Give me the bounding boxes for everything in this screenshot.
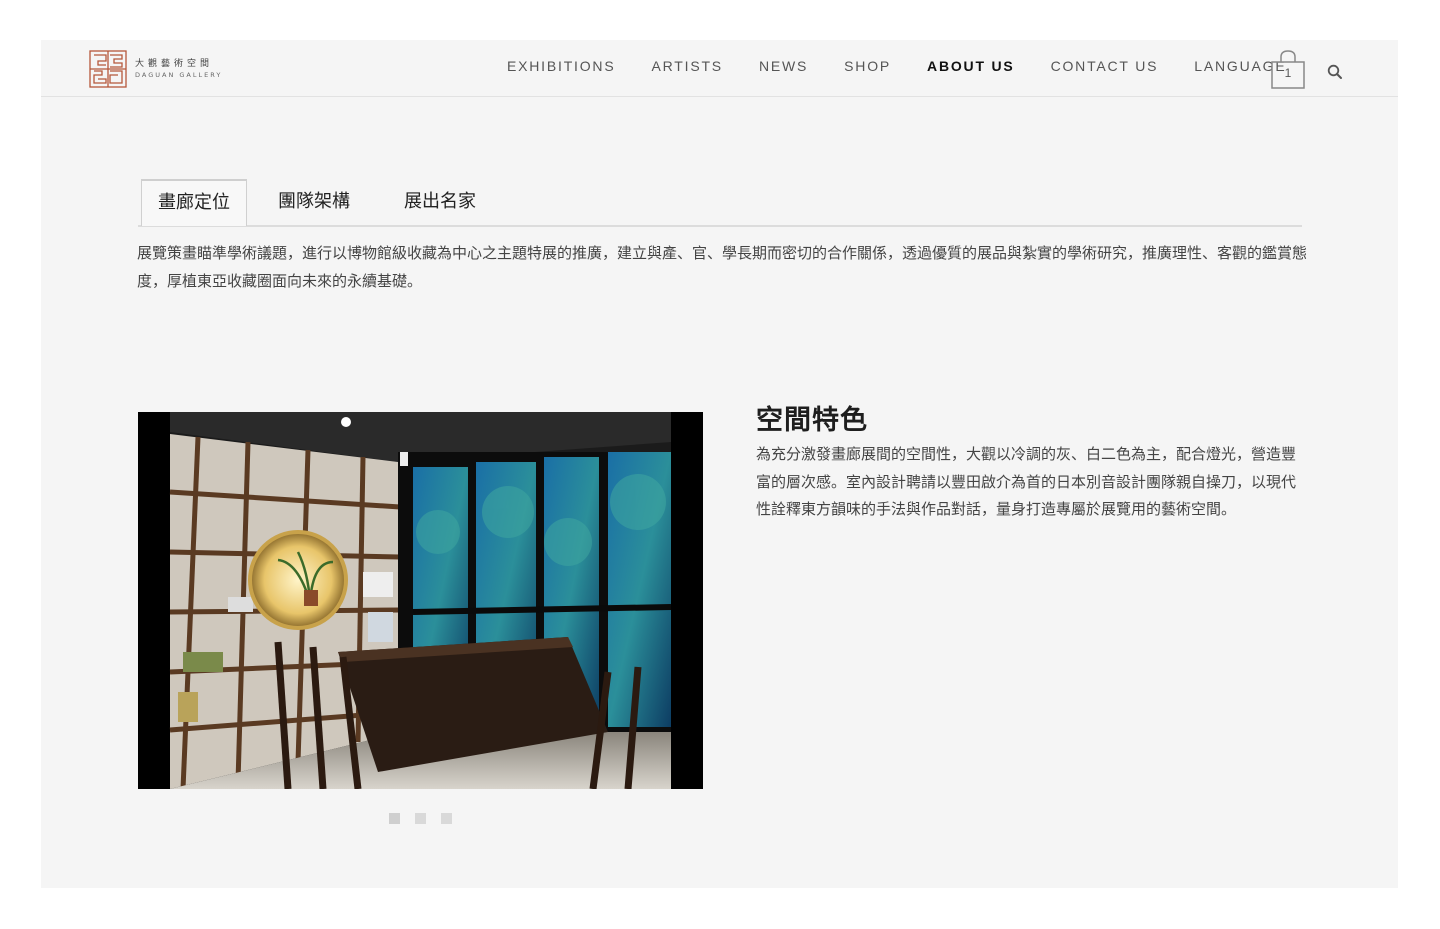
- tab-team-structure[interactable]: 團隊架構: [264, 180, 364, 224]
- cart-button[interactable]: 1: [1269, 48, 1307, 90]
- cart-count: 1: [1284, 66, 1292, 80]
- logo-chinese-name: 大觀藝術空間: [135, 58, 214, 69]
- slider-dot-3[interactable]: [441, 813, 452, 824]
- logo-mark-icon: [89, 50, 127, 88]
- nav-news[interactable]: NEWS: [759, 58, 808, 74]
- search-button[interactable]: [1327, 64, 1343, 80]
- space-features-description: 為充分激發畫廊展間的空間性，大觀以冷調的灰、白二色為主，配合燈光，營造豐富的層次…: [756, 445, 1297, 518]
- search-icon: [1327, 64, 1342, 79]
- gallery-intro-text: 展覽策畫瞄準學術議題，進行以博物館級收藏為中心之主題特展的推廣，建立與產、官、學…: [137, 244, 1308, 290]
- slider-dot-1[interactable]: [389, 813, 400, 824]
- gallery-photo[interactable]: [138, 412, 703, 789]
- space-features-title: 空間特色: [756, 405, 868, 436]
- page-frame: 大觀藝術空間 DAGUAN GALLERY EXHIBITIONS ARTIST…: [41, 40, 1398, 888]
- nav-artists[interactable]: ARTISTS: [651, 58, 722, 74]
- main-nav: EXHIBITIONS ARTISTS NEWS SHOP ABOUT US C…: [507, 58, 1322, 74]
- logo[interactable]: 大觀藝術空間 DAGUAN GALLERY: [89, 49, 222, 89]
- nav-exhibitions[interactable]: EXHIBITIONS: [507, 58, 615, 74]
- tab-featured-artists[interactable]: 展出名家: [390, 180, 490, 224]
- gallery-interior-image: [138, 412, 703, 789]
- about-tabs: 畫廊定位 團隊架構 展出名家: [138, 179, 1302, 227]
- tab-gallery-positioning[interactable]: 畫廊定位: [141, 179, 247, 226]
- nav-shop[interactable]: SHOP: [844, 58, 891, 74]
- slider-dots: [389, 813, 452, 824]
- slider-dot-2[interactable]: [415, 813, 426, 824]
- logo-english-name: DAGUAN GALLERY: [135, 70, 223, 79]
- nav-about-us[interactable]: ABOUT US: [927, 58, 1015, 74]
- site-header: 大觀藝術空間 DAGUAN GALLERY EXHIBITIONS ARTIST…: [41, 40, 1398, 97]
- nav-contact-us[interactable]: CONTACT US: [1051, 58, 1159, 74]
